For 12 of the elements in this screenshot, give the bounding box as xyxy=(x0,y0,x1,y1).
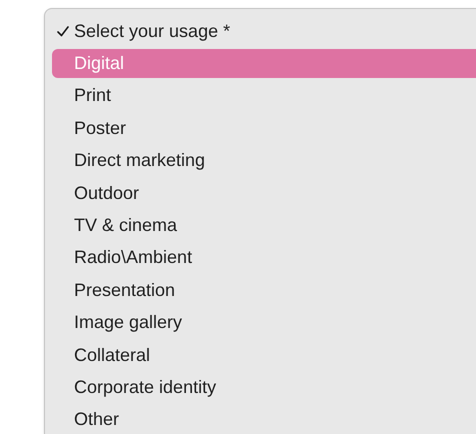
menu-option[interactable]: Print xyxy=(52,81,476,110)
menu-option[interactable]: Radio\Ambient xyxy=(52,243,476,272)
menu-option[interactable]: TV & cinema xyxy=(52,211,476,240)
menu-option[interactable]: Select your usage * xyxy=(52,16,476,46)
menu-option[interactable]: Corporate identity xyxy=(52,372,476,402)
menu-option[interactable]: Collateral xyxy=(52,340,476,370)
menu-option[interactable]: Image gallery xyxy=(52,308,476,338)
menu-option[interactable]: Outdoor xyxy=(52,178,476,208)
menu-option[interactable]: Direct marketing xyxy=(52,146,476,176)
menu-option[interactable]: Presentation xyxy=(52,276,476,305)
menu-option[interactable]: Poster xyxy=(52,114,476,143)
menu-option[interactable]: Other xyxy=(52,405,476,434)
